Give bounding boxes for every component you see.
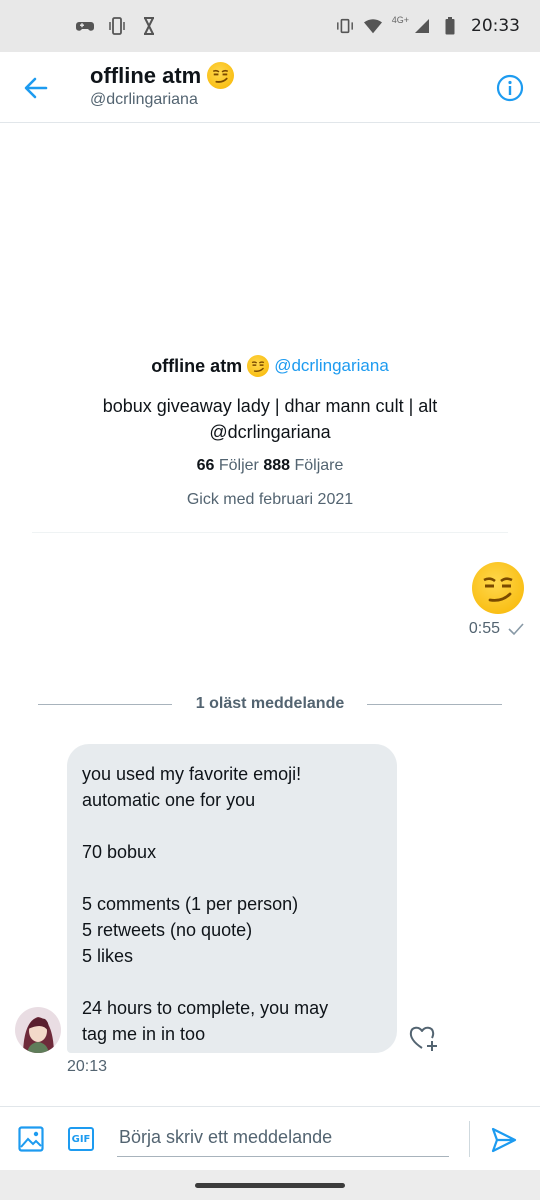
status-bar-system: 4G+ 20:33	[336, 15, 520, 36]
profile-name-line: offline atm @dcrlingariana	[0, 355, 540, 377]
home-gesture-handle[interactable]	[195, 1183, 345, 1188]
followers-label: Följare	[294, 457, 344, 474]
sent-message-meta: 0:55	[469, 620, 524, 638]
unread-divider-line	[367, 704, 502, 705]
profile-bio-line: @dcrlingariana	[209, 422, 331, 442]
sent-message-time: 0:55	[468, 620, 500, 637]
composer-separator	[469, 1121, 470, 1157]
profile-name: offline atm	[151, 355, 243, 376]
following-label: Följer	[218, 457, 259, 474]
sender-avatar[interactable]	[15, 1007, 61, 1053]
network-type-label: 4G+	[391, 15, 409, 25]
info-button[interactable]	[496, 74, 524, 102]
message-line	[82, 969, 382, 995]
add-image-button[interactable]	[18, 1126, 44, 1152]
arrow-left-icon	[24, 77, 48, 99]
send-icon	[491, 1127, 517, 1153]
vibrate-icon	[336, 17, 354, 35]
info-icon	[496, 74, 524, 102]
following-count: 66	[196, 457, 215, 474]
system-navigation-bar	[0, 1170, 540, 1200]
smirking-face-emoji	[247, 355, 270, 377]
header-title: offline atm	[90, 62, 202, 88]
message-line: tag me in in too	[82, 1024, 206, 1044]
phone-vibrate-icon	[108, 17, 126, 35]
signal-icon	[413, 17, 431, 35]
add-reaction-button[interactable]	[408, 1024, 440, 1052]
profile-bio: bobux giveaway lady | dhar mann cult | a…	[0, 393, 540, 445]
game-controller-icon	[76, 17, 94, 35]
clock: 20:33	[471, 16, 520, 36]
hourglass-icon	[140, 17, 158, 35]
message-line: you used my favorite emoji!	[82, 764, 302, 784]
received-message-bubble[interactable]: you used my favorite emoji! automatic on…	[67, 744, 397, 1053]
message-input[interactable]	[117, 1119, 449, 1157]
followers-count: 888	[263, 457, 291, 474]
header-handle: @dcrlingariana	[90, 91, 198, 108]
heart-plus-icon	[409, 1026, 437, 1051]
conversation-header: offline atm @dcrlingariana	[0, 52, 540, 123]
smirking-face-emoji	[483, 577, 513, 602]
send-button[interactable]	[490, 1126, 518, 1154]
message-line: 70 bobux	[82, 842, 157, 862]
status-bar: 4G+ 20:33	[0, 0, 540, 52]
status-bar-notifications	[76, 17, 158, 35]
profile-stats: 66 Följer 888 Följare	[0, 457, 540, 475]
unread-divider: 1 oläst meddelande	[0, 694, 540, 714]
received-message-time: 20:13	[67, 1058, 108, 1075]
message-line: 24 hours to complete, you may	[82, 998, 329, 1018]
check-icon	[508, 623, 524, 636]
message-composer: GIF	[0, 1106, 540, 1170]
message-line: 5 comments (1 per person)	[82, 894, 299, 914]
battery-icon	[441, 17, 459, 35]
divider	[32, 532, 508, 533]
profile-handle[interactable]: @dcrlingariana	[274, 356, 389, 376]
smirking-face-emoji	[207, 62, 235, 89]
add-gif-button[interactable]: GIF	[68, 1127, 94, 1151]
message-line: 5 likes	[82, 946, 134, 966]
back-button[interactable]	[22, 74, 50, 102]
profile-joined-date: Gick med februari 2021	[186, 491, 354, 508]
sent-message-emoji[interactable]	[472, 562, 524, 614]
profile-bio-line: bobux giveaway lady | dhar mann cult | a…	[102, 396, 438, 416]
message-line: 5 retweets (no quote)	[82, 920, 253, 940]
header-title-row[interactable]: offline atm	[90, 62, 235, 89]
profile-card[interactable]: offline atm @dcrlingariana bobux giveawa…	[0, 355, 540, 509]
message-line: automatic one for you	[82, 790, 256, 810]
message-line	[82, 865, 382, 891]
message-line	[82, 813, 382, 839]
wifi-icon	[363, 17, 382, 35]
image-icon	[18, 1126, 44, 1152]
